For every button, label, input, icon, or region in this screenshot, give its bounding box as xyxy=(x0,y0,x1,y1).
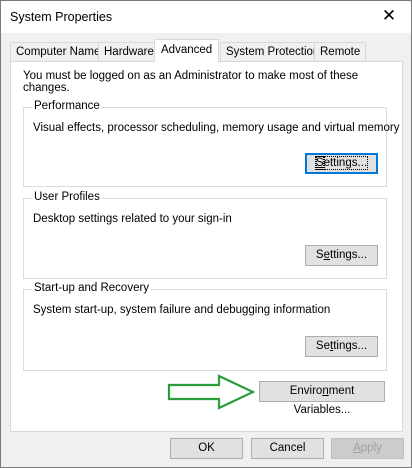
window-title: System Properties xyxy=(10,10,113,24)
title-bar[interactable]: System Properties ✕ xyxy=(1,1,411,33)
user-profiles-description: Desktop settings related to your sign-in xyxy=(33,213,232,225)
tab-advanced[interactable]: Advanced xyxy=(154,39,220,62)
performance-group: Performance Visual effects, processor sc… xyxy=(23,100,399,187)
startup-recovery-description: System start-up, system failure and debu… xyxy=(33,304,331,316)
performance-settings-button[interactable]: Settings... xyxy=(305,153,378,174)
startup-recovery-group: Start-up and Recovery System start-up, s… xyxy=(23,282,387,371)
tab-remote[interactable]: Remote xyxy=(314,42,367,61)
close-icon[interactable]: ✕ xyxy=(375,4,403,28)
green-arrow-icon xyxy=(167,374,255,410)
environment-variables-button[interactable]: Environment Variables... xyxy=(259,381,385,416)
performance-group-title: Performance xyxy=(32,100,102,112)
startup-recovery-settings-button[interactable]: Settings... xyxy=(305,336,378,357)
apply-button[interactable]: Apply xyxy=(331,438,404,459)
cancel-button[interactable]: Cancel xyxy=(251,438,324,459)
tab-computer-name[interactable]: Computer Name xyxy=(10,42,107,61)
user-profiles-settings-button[interactable]: Settings... xyxy=(305,245,378,266)
tab-system-protection[interactable]: System Protection xyxy=(220,42,326,61)
user-profiles-group: User Profiles Desktop settings related t… xyxy=(23,191,387,279)
admin-note: You must be logged on as an Administrato… xyxy=(23,70,359,94)
tab-hardware[interactable]: Hardware xyxy=(98,42,160,61)
system-properties-window: System Properties ✕ Computer Name Hardwa… xyxy=(0,0,412,468)
user-profiles-group-title: User Profiles xyxy=(32,191,102,203)
startup-recovery-group-title: Start-up and Recovery xyxy=(32,282,152,294)
ok-button[interactable]: OK xyxy=(170,438,243,459)
tab-strip: Computer Name Hardware Advanced System P… xyxy=(10,39,410,62)
performance-description: Visual effects, processor scheduling, me… xyxy=(33,122,400,134)
